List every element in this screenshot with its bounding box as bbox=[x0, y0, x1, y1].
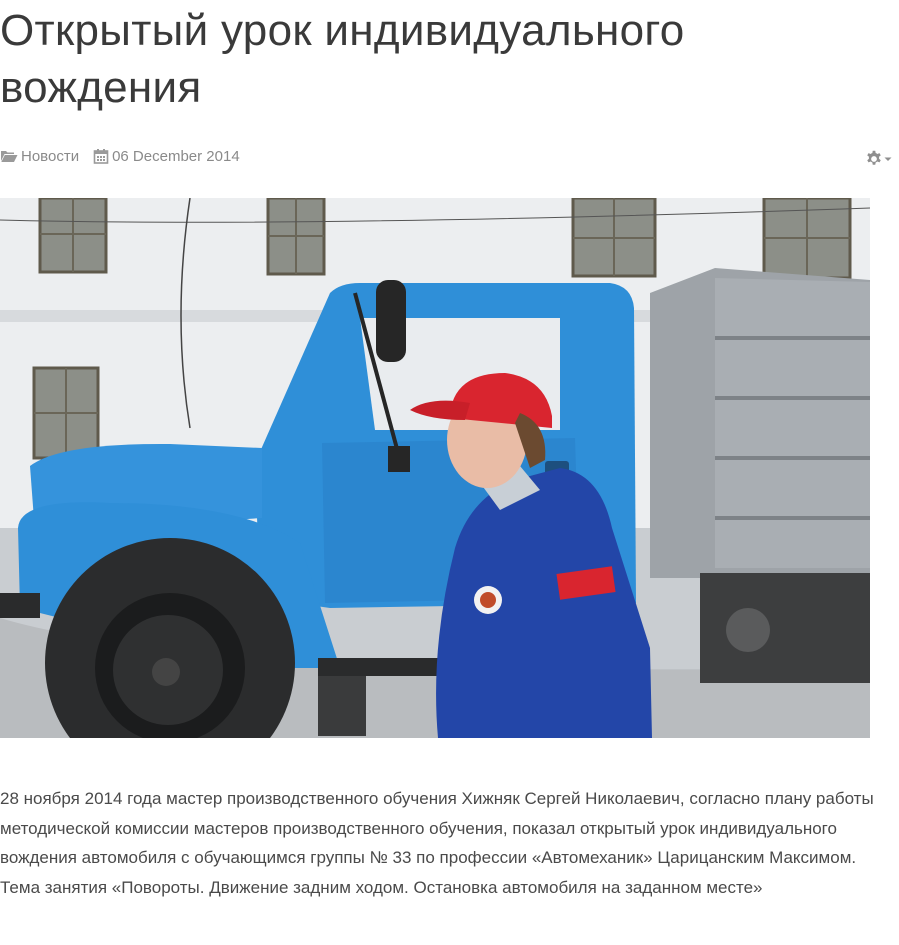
category-label: Новости bbox=[21, 147, 80, 165]
article-title: Открытый урок индивидуального вождения bbox=[0, 6, 685, 112]
article-tools-button[interactable] bbox=[865, 150, 893, 168]
truck-lesson-photo bbox=[0, 198, 870, 738]
caret-down-icon bbox=[884, 157, 892, 161]
article-body: 28 ноября 2014 года мастер производствен… bbox=[0, 789, 874, 897]
article-photo bbox=[0, 198, 870, 738]
category-link[interactable]: Новости bbox=[0, 148, 79, 165]
date-label: 06 December 2014 bbox=[112, 147, 240, 165]
publish-date: 06 December 2014 bbox=[93, 148, 240, 165]
gear-icon bbox=[867, 150, 881, 165]
folder-open-icon bbox=[1, 151, 18, 162]
calendar-icon bbox=[93, 149, 109, 164]
article-meta: Новости 06 December 2014 bbox=[0, 146, 254, 166]
